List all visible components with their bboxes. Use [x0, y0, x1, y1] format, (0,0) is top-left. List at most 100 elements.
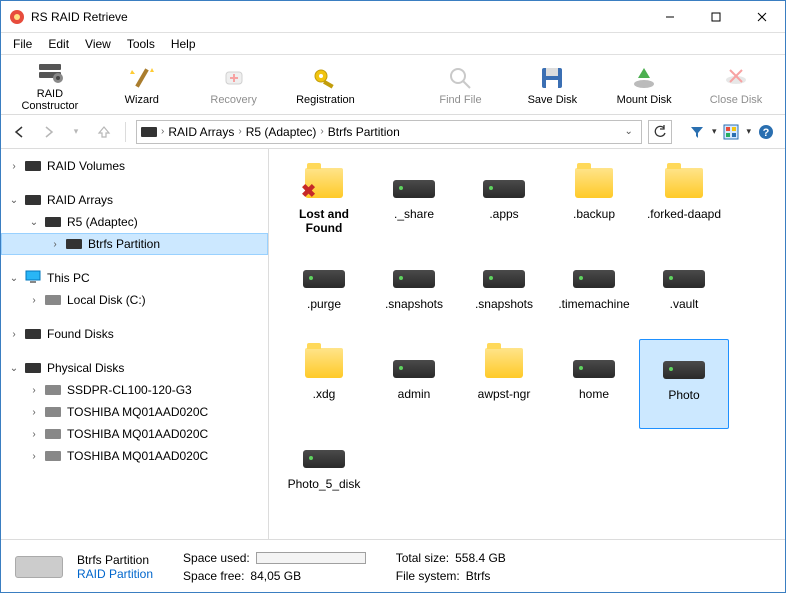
registration-button[interactable]: Registration [287, 64, 365, 106]
chevron-right-icon: › [238, 126, 241, 137]
menu-view[interactable]: View [77, 35, 119, 53]
item-label: awpst-ngr [478, 387, 531, 401]
tree-item[interactable]: ⌄Physical Disks [1, 357, 268, 379]
expand-icon[interactable]: › [27, 295, 41, 306]
refresh-button[interactable] [648, 120, 672, 144]
tree-item[interactable]: ›TOSHIBA MQ01AAD020C [1, 423, 268, 445]
expand-icon[interactable]: › [7, 161, 21, 172]
maximize-button[interactable] [693, 1, 739, 32]
breadcrumb-segment[interactable]: R5 (Adaptec) [246, 125, 317, 139]
wizard-button[interactable]: Wizard [103, 64, 181, 106]
tree-item[interactable]: ›Btrfs Partition [1, 233, 268, 255]
grid-item[interactable]: .snapshots [369, 249, 459, 339]
toolbar-label: Recovery [210, 94, 256, 106]
tree-item[interactable]: ›Found Disks [1, 323, 268, 345]
main-area: › RAID Volumes ⌄ RAID Arrays ⌄ R5 (Adaptec) ›B… [1, 149, 785, 539]
grid-item[interactable]: .xdg [279, 339, 369, 429]
view-mode-button[interactable] [720, 121, 742, 143]
tree-item[interactable]: ›TOSHIBA MQ01AAD020C [1, 445, 268, 467]
find-file-button: Find File [422, 64, 500, 106]
drive-icon [25, 161, 41, 171]
status-right: Total size: 558.4 GB File system: Btrfs [396, 551, 506, 583]
breadcrumb-segment[interactable]: RAID Arrays [168, 125, 234, 139]
minimize-button[interactable] [647, 1, 693, 32]
grid-item[interactable]: .timemachine [549, 249, 639, 339]
tree-label: RAID Arrays [45, 193, 113, 207]
statusbar: Btrfs Partition RAID Partition Space use… [1, 539, 785, 593]
menu-edit[interactable]: Edit [40, 35, 77, 53]
item-label: .forked-daapd [647, 207, 721, 221]
collapse-icon[interactable]: ⌄ [27, 217, 41, 228]
drive-icon [482, 163, 526, 203]
grid-item[interactable]: Photo [639, 339, 729, 429]
tree-item[interactable]: ⌄ This PC [1, 267, 268, 289]
grid-item[interactable]: .apps [459, 159, 549, 249]
tree-item[interactable]: ⌄ RAID Arrays [1, 189, 268, 211]
tree-label: RAID Volumes [45, 159, 125, 173]
tree-item[interactable]: ⌄ R5 (Adaptec) [1, 211, 268, 233]
tree-item[interactable]: ›Local Disk (C:) [1, 289, 268, 311]
find-icon [446, 64, 474, 92]
breadcrumb[interactable]: › RAID Arrays › R5 (Adaptec) › Btrfs Par… [136, 120, 642, 144]
grid-item[interactable]: Lost and Found [279, 159, 369, 249]
mount-disk-button[interactable]: Mount Disk [605, 64, 683, 106]
grid-item[interactable]: Photo_5_disk [279, 429, 369, 519]
item-label: .vault [670, 297, 699, 311]
grid-item[interactable]: .purge [279, 249, 369, 339]
menu-file[interactable]: File [5, 35, 40, 53]
tree-item[interactable]: ›TOSHIBA MQ01AAD020C [1, 401, 268, 423]
drivelight-icon [45, 429, 61, 439]
tree-label: This PC [45, 271, 90, 285]
drive-icon [392, 253, 436, 293]
grid-item[interactable]: awpst-ngr [459, 339, 549, 429]
save-disk-button[interactable]: Save Disk [513, 64, 591, 106]
folder-icon [302, 343, 346, 383]
item-label: admin [398, 387, 431, 401]
expand-icon[interactable]: › [27, 385, 41, 396]
drive-icon [45, 217, 61, 227]
forward-button[interactable] [37, 121, 59, 143]
status-center: Space used: Space free: 84,05 GB [183, 551, 366, 583]
filter-button[interactable] [686, 121, 708, 143]
collapse-icon[interactable]: ⌄ [7, 273, 21, 284]
tree-item[interactable]: › RAID Volumes [1, 155, 268, 177]
tree-item[interactable]: ›SSDPR-CL100-120-G3 [1, 379, 268, 401]
menu-help[interactable]: Help [163, 35, 204, 53]
filter-dropdown[interactable]: ▾ [712, 126, 717, 137]
grid-item[interactable]: .vault [639, 249, 729, 339]
item-label: .purge [307, 297, 341, 311]
grid-item[interactable]: ._share [369, 159, 459, 249]
collapse-icon[interactable]: ⌄ [7, 363, 21, 374]
back-button[interactable] [9, 121, 31, 143]
up-button[interactable] [93, 121, 115, 143]
grid-item[interactable]: .snapshots [459, 249, 549, 339]
item-label: Photo_5_disk [288, 477, 361, 491]
close-button[interactable] [739, 1, 785, 32]
space-free-label: Space free: [183, 569, 244, 583]
menu-tools[interactable]: Tools [119, 35, 163, 53]
help-button[interactable]: ? [755, 121, 777, 143]
expand-icon[interactable]: › [7, 329, 21, 340]
status-left: Btrfs Partition RAID Partition [15, 553, 153, 581]
window-controls [647, 1, 785, 32]
view-mode-dropdown[interactable]: ▾ [746, 126, 751, 137]
grid-item[interactable]: .backup [549, 159, 639, 249]
drive-icon [25, 363, 41, 373]
toolbar-label: Close Disk [710, 94, 763, 106]
drive-icon [392, 343, 436, 383]
expand-icon[interactable]: › [27, 407, 41, 418]
grid-item[interactable]: .forked-daapd [639, 159, 729, 249]
history-dropdown[interactable]: ▾ [65, 121, 87, 143]
grid-item[interactable]: admin [369, 339, 459, 429]
grid-item[interactable]: home [549, 339, 639, 429]
drive-icon [662, 344, 706, 384]
tree-label: R5 (Adaptec) [65, 215, 138, 229]
collapse-icon[interactable]: ⌄ [7, 195, 21, 206]
expand-icon[interactable]: › [27, 451, 41, 462]
expand-icon[interactable]: › [48, 239, 62, 250]
breadcrumb-dropdown[interactable]: ⌄ [621, 126, 637, 137]
expand-icon[interactable]: › [27, 429, 41, 440]
breadcrumb-segment[interactable]: Btrfs Partition [328, 125, 400, 139]
navbar: ▾ › RAID Arrays › R5 (Adaptec) › Btrfs P… [1, 115, 785, 149]
raid-constructor-button[interactable]: RAID Constructor [11, 58, 89, 112]
